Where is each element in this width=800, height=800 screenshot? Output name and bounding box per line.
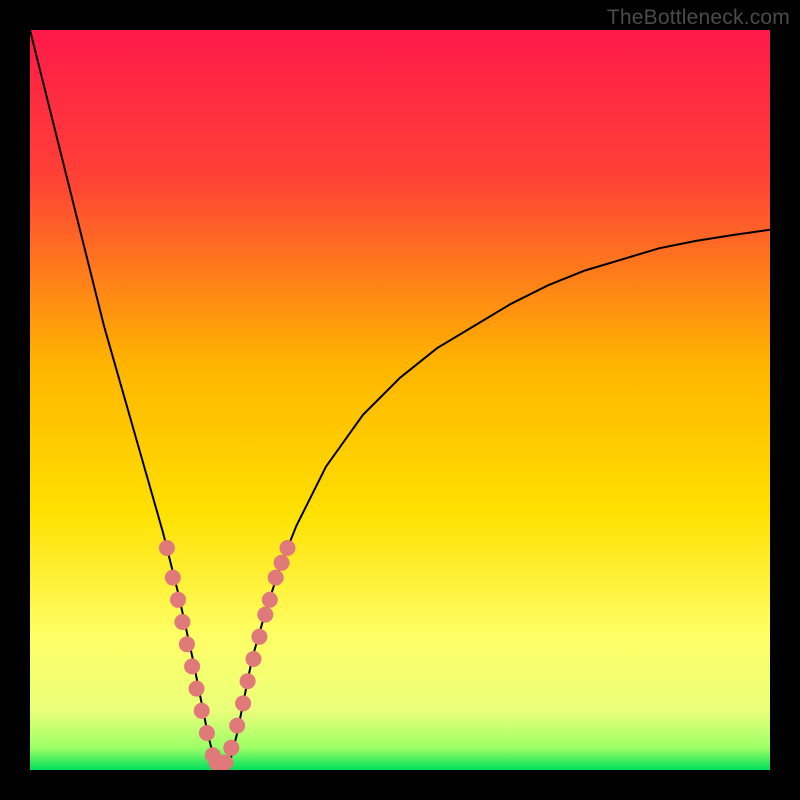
sample-point (159, 540, 175, 556)
sample-point (262, 592, 278, 608)
sample-point (184, 658, 200, 674)
sample-point (189, 681, 205, 697)
sample-point (165, 570, 181, 586)
watermark-text: TheBottleneck.com (607, 6, 790, 30)
sample-point (194, 703, 210, 719)
sample-point (217, 755, 233, 770)
curve-layer (30, 30, 770, 770)
sample-point (223, 740, 239, 756)
sample-point (240, 673, 256, 689)
sample-point (280, 540, 296, 556)
chart-frame: TheBottleneck.com (0, 0, 800, 800)
sample-point (274, 555, 290, 571)
sample-point (229, 718, 245, 734)
sample-point (179, 636, 195, 652)
sample-point (235, 695, 251, 711)
plot-area (30, 30, 770, 770)
sample-point (170, 592, 186, 608)
sample-point (199, 725, 215, 741)
sample-point (251, 629, 267, 645)
sample-point (174, 614, 190, 630)
sample-point (268, 570, 284, 586)
sample-point (257, 607, 273, 623)
bottleneck-curve (30, 30, 770, 770)
sample-points-group (159, 540, 296, 770)
sample-point (246, 651, 262, 667)
